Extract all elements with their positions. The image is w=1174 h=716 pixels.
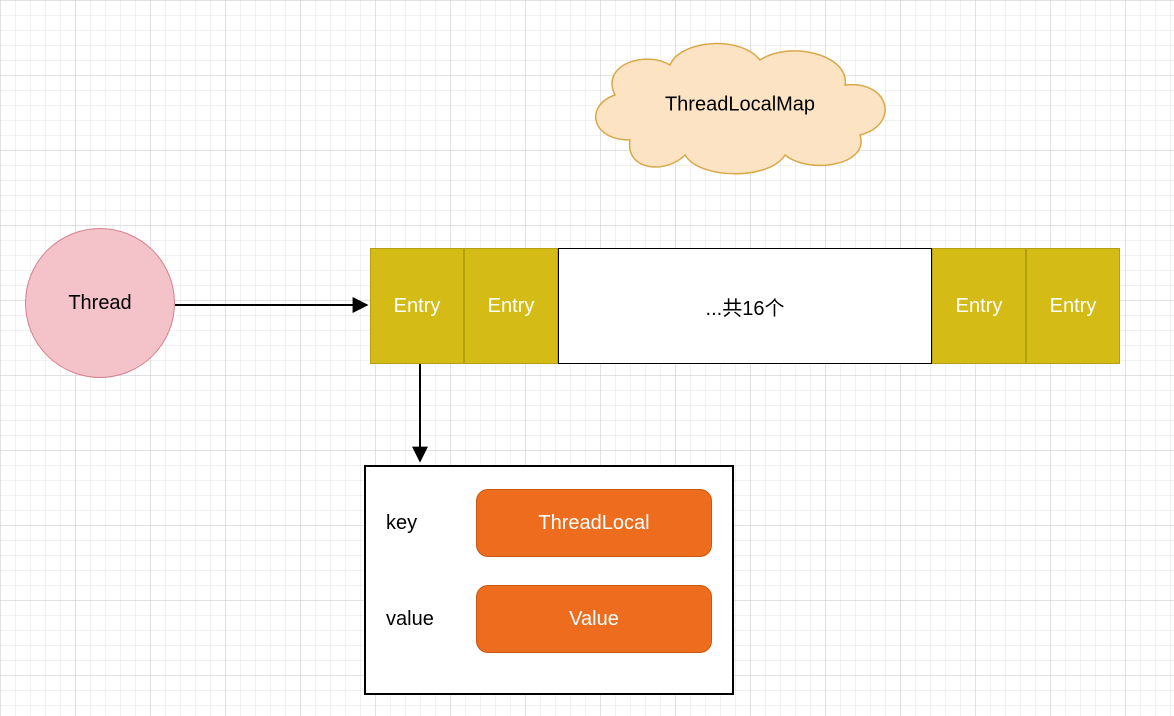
detail-row-key: key ThreadLocal bbox=[386, 489, 712, 557]
arrow-entry-to-detail-icon bbox=[410, 364, 430, 468]
entry-middle-ellipsis: ...共16个 bbox=[558, 248, 932, 364]
entry-box-0: Entry bbox=[370, 248, 464, 364]
entry-box-1: Entry bbox=[464, 248, 558, 364]
cloud-threadlocalmap: ThreadLocalMap bbox=[570, 30, 910, 180]
detail-row-value: value Value bbox=[386, 585, 712, 653]
detail-key-pill: ThreadLocal bbox=[476, 489, 712, 557]
cloud-label: ThreadLocalMap bbox=[665, 94, 815, 117]
detail-value-pill: Value bbox=[476, 585, 712, 653]
entry-label: Entry bbox=[394, 295, 441, 318]
entry-box-2: Entry bbox=[932, 248, 1026, 364]
entry-label: Entry bbox=[956, 295, 1003, 318]
detail-key-value: ThreadLocal bbox=[538, 512, 649, 535]
thread-node: Thread bbox=[25, 228, 175, 378]
entry-middle-label: ...共16个 bbox=[706, 292, 785, 321]
entry-label: Entry bbox=[488, 295, 535, 318]
arrow-thread-to-array-icon bbox=[175, 295, 375, 315]
detail-value-label: value bbox=[386, 608, 476, 631]
entry-array: Entry Entry ...共16个 Entry Entry bbox=[370, 248, 1120, 364]
entry-box-3: Entry bbox=[1026, 248, 1120, 364]
entry-detail-box: key ThreadLocal value Value bbox=[364, 465, 734, 695]
detail-value-value: Value bbox=[569, 608, 619, 631]
thread-label: Thread bbox=[68, 292, 131, 315]
detail-key-label: key bbox=[386, 512, 476, 535]
entry-label: Entry bbox=[1050, 295, 1097, 318]
